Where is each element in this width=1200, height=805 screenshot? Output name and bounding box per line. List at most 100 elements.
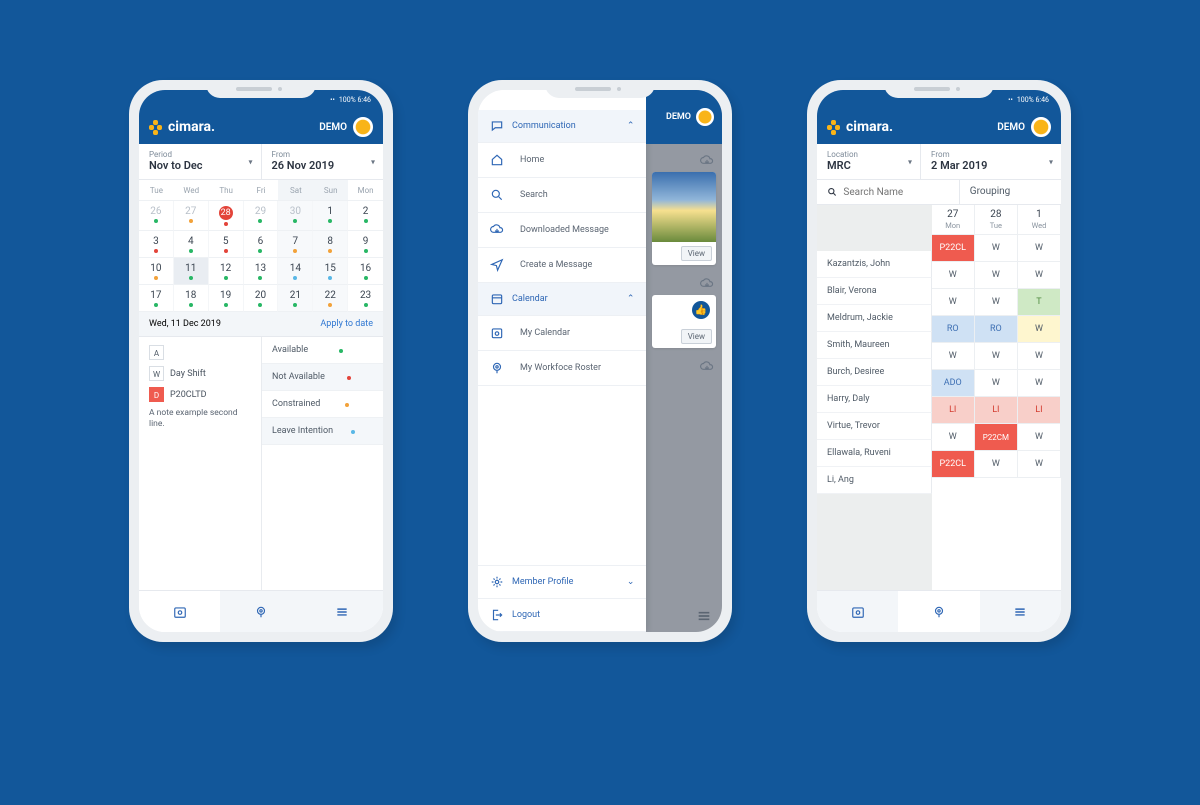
calendar-day[interactable]: 14 [278, 258, 313, 285]
calendar-day[interactable]: 2 [348, 201, 383, 231]
calendar-day[interactable]: 30 [278, 201, 313, 231]
drawer-item[interactable]: Search [478, 178, 646, 213]
search-input[interactable] [843, 187, 948, 198]
roster-cell[interactable]: W [932, 343, 975, 370]
nav-menu[interactable] [302, 591, 383, 632]
view-button[interactable]: View [681, 329, 712, 344]
roster-cell[interactable]: W [975, 235, 1018, 262]
drawer-item[interactable]: My Calendar [478, 316, 646, 351]
roster-cell[interactable]: W [975, 451, 1018, 478]
avatar[interactable] [353, 117, 373, 137]
roster-cell[interactable]: RO [932, 316, 975, 343]
roster-cell[interactable]: LI [932, 397, 975, 424]
roster-cell[interactable]: W [1018, 235, 1061, 262]
roster-cell[interactable]: W [932, 289, 975, 316]
calendar-day[interactable]: 23 [348, 285, 383, 312]
calendar-day[interactable]: 7 [278, 231, 313, 258]
drawer-item[interactable]: My Workfoce Roster [478, 351, 646, 386]
view-button[interactable]: View [681, 246, 712, 261]
roster-name[interactable]: Burch, Desiree [817, 359, 932, 386]
calendar-day[interactable]: 28 [209, 201, 244, 231]
phone-roster: ••100% 6:46 cimara. DEMO Location MRC ▾ … [807, 80, 1071, 642]
roster-cell[interactable]: W [975, 262, 1018, 289]
roster-cell[interactable]: W [932, 424, 975, 451]
roster-cell[interactable]: W [932, 262, 975, 289]
logout-item[interactable]: Logout [478, 599, 646, 632]
roster-day[interactable]: 27Mon [932, 205, 975, 235]
roster-cell[interactable]: LI [975, 397, 1018, 424]
search-field[interactable] [817, 180, 960, 204]
section-communication[interactable]: Communication ⌃ [478, 110, 646, 143]
calendar-day[interactable]: 18 [174, 285, 209, 312]
calendar-day[interactable]: 3 [139, 231, 174, 258]
roster-cell[interactable]: W [975, 343, 1018, 370]
roster-cell[interactable]: W [1018, 424, 1061, 451]
roster-cell[interactable]: W [1018, 370, 1061, 397]
calendar-day[interactable]: 22 [313, 285, 348, 312]
location-label: Location [827, 150, 910, 159]
apply-to-date-link[interactable]: Apply to date [320, 319, 373, 329]
roster-name[interactable]: Kazantzis, John [817, 251, 932, 278]
location-select[interactable]: Location MRC ▾ [817, 144, 921, 179]
calendar-day[interactable]: 15 [313, 258, 348, 285]
weekday-label: Tue [139, 180, 174, 201]
section-calendar[interactable]: Calendar ⌃ [478, 283, 646, 316]
roster-name[interactable]: Harry, Daly [817, 386, 932, 413]
nav-roster[interactable] [220, 591, 301, 632]
roster-cell[interactable]: P22CM [975, 424, 1018, 451]
roster-cell[interactable]: T [1018, 289, 1061, 316]
roster-name[interactable]: Smith, Maureen [817, 332, 932, 359]
drawer-backdrop[interactable]: DEMO View 👍 View [646, 90, 722, 632]
roster-day[interactable]: 28Tue [975, 205, 1018, 235]
calendar-day[interactable]: 10 [139, 258, 174, 285]
calendar-day[interactable]: 16 [348, 258, 383, 285]
grouping-select[interactable]: Grouping [960, 180, 1061, 204]
roster-day[interactable]: 1Wed [1018, 205, 1061, 235]
calendar-day[interactable]: 4 [174, 231, 209, 258]
calendar-day[interactable]: 6 [244, 231, 279, 258]
calendar-day[interactable]: 5 [209, 231, 244, 258]
from-select[interactable]: From 26 Nov 2019 ▾ [262, 144, 384, 179]
nav-menu[interactable] [980, 591, 1061, 632]
calendar-day[interactable]: 21 [278, 285, 313, 312]
period-select[interactable]: Period Nov to Dec ▾ [139, 144, 262, 179]
calendar-day[interactable]: 29 [244, 201, 279, 231]
roster-name[interactable]: Li, Ang [817, 467, 932, 494]
avatar[interactable] [1031, 117, 1051, 137]
section-member-profile[interactable]: Member Profile ⌄ [478, 566, 646, 599]
roster-cell[interactable]: P22CL [932, 451, 975, 478]
roster-cell[interactable]: W [1018, 343, 1061, 370]
roster-cell[interactable]: W [975, 289, 1018, 316]
calendar-day[interactable]: 19 [209, 285, 244, 312]
calendar-day[interactable]: 17 [139, 285, 174, 312]
roster-cell[interactable]: W [975, 370, 1018, 397]
roster-name[interactable]: Meldrum, Jackie [817, 305, 932, 332]
roster-name[interactable]: Virtue, Trevor [817, 413, 932, 440]
roster-cell[interactable]: W [1018, 316, 1061, 343]
calendar-day[interactable]: 12 [209, 258, 244, 285]
calendar-day[interactable]: 9 [348, 231, 383, 258]
roster-cell[interactable]: ADO [932, 370, 975, 397]
calendar-day[interactable]: 13 [244, 258, 279, 285]
calendar-day[interactable]: 20 [244, 285, 279, 312]
nav-calendar[interactable] [817, 591, 898, 632]
drawer-item[interactable]: Create a Message [478, 248, 646, 283]
roster-name[interactable]: Ellawala, Ruveni [817, 440, 932, 467]
nav-calendar[interactable] [139, 591, 220, 632]
roster-cell[interactable]: W [1018, 262, 1061, 289]
calendar-day[interactable]: 26 [139, 201, 174, 231]
roster-cell[interactable]: W [1018, 451, 1061, 478]
roster-cell[interactable]: LI [1018, 397, 1061, 424]
nav-roster[interactable] [898, 591, 979, 632]
roster-cell[interactable]: RO [975, 316, 1018, 343]
phone-calendar: ••100% 6:46 cimara. DEMO Period Nov to D… [129, 80, 393, 642]
calendar-day[interactable]: 27 [174, 201, 209, 231]
roster-name[interactable]: Blair, Verona [817, 278, 932, 305]
calendar-day[interactable]: 11 [174, 258, 209, 285]
drawer-item[interactable]: Downloaded Message [478, 213, 646, 248]
calendar-day[interactable]: 8 [313, 231, 348, 258]
drawer-item[interactable]: Home [478, 143, 646, 178]
roster-cell[interactable]: P22CL [932, 235, 975, 262]
from-select[interactable]: From 2 Mar 2019 ▾ [921, 144, 1061, 179]
calendar-day[interactable]: 1 [313, 201, 348, 231]
